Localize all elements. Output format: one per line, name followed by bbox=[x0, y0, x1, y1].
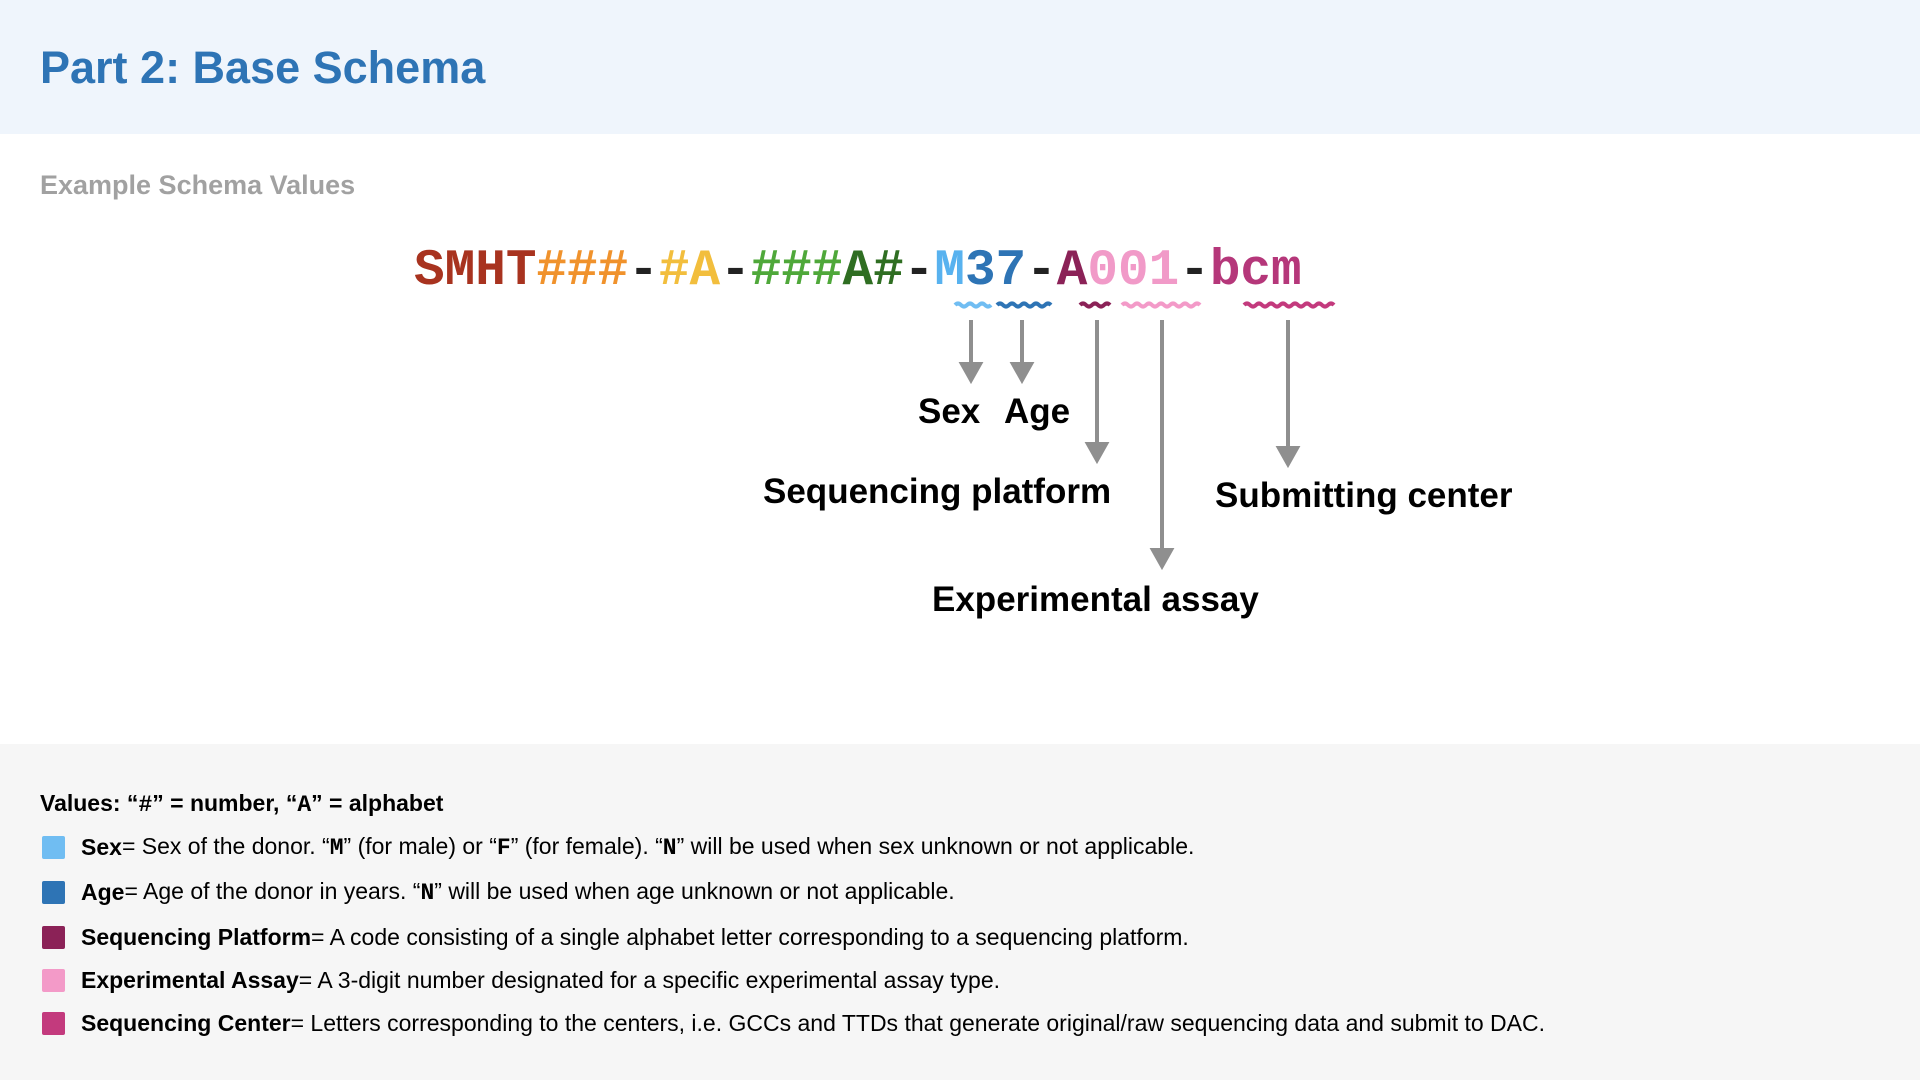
legend-heading-prefix: Values: “ bbox=[40, 790, 139, 816]
experimental-assay-underline bbox=[1120, 301, 1202, 309]
callout-submitting-center: Submitting center bbox=[1215, 476, 1513, 515]
page-title: Part 2: Base Schema bbox=[40, 42, 486, 93]
legend-heading-suffix: ” = alphabet bbox=[311, 790, 444, 816]
schema-segment: ### bbox=[750, 243, 843, 300]
legend-text: = Age of the donor in years. “ bbox=[124, 878, 421, 904]
section-subtitle: Example Schema Values bbox=[40, 170, 356, 200]
schema-segment: - bbox=[903, 243, 935, 300]
schema-segment: M bbox=[934, 243, 965, 300]
code-letter: M bbox=[329, 835, 344, 861]
schema-segment: bcm bbox=[1209, 243, 1302, 300]
legend-text: ” (for male) or “ bbox=[343, 833, 497, 859]
schema-segment: 37 bbox=[964, 243, 1027, 300]
code-letter: F bbox=[496, 835, 511, 861]
legend-heading-middle: ” = number, “ bbox=[152, 790, 298, 816]
legend-text: ” will be used when age unknown or not a… bbox=[434, 878, 955, 904]
legend-term-sequencing-center: Sequencing Center bbox=[81, 1009, 291, 1036]
code-letter: N bbox=[662, 835, 677, 861]
legend-text: ” will be used when sex unknown or not a… bbox=[676, 833, 1195, 859]
schema-segment: - bbox=[1179, 243, 1210, 300]
code-letter: N bbox=[420, 880, 435, 906]
callout-sequencing-platform: Sequencing platform bbox=[763, 472, 1112, 511]
schema-segment: - bbox=[720, 243, 751, 300]
legend-item-sequencing-center: Sequencing Center = Letters correspondin… bbox=[42, 1008, 1545, 1038]
schema-segment: 001 bbox=[1087, 243, 1180, 300]
legend-description-age: = Age of the donor in years. “N” will be… bbox=[124, 878, 954, 906]
legend-swatch-sex bbox=[42, 835, 65, 859]
legend-item-experimental-assay: Experimental Assay = A 3-digit number de… bbox=[42, 965, 1000, 995]
legend-description-experimental-assay: = A 3-digit number designated for a spec… bbox=[299, 967, 1000, 994]
legend-term-sequencing-platform: Sequencing Platform bbox=[81, 923, 312, 950]
legend-swatch-experimental-assay bbox=[42, 968, 65, 992]
legend-item-sex: Sex = Sex of the donor. “M” (for male) o… bbox=[42, 832, 1194, 862]
schema-segment: SMHT bbox=[414, 243, 537, 300]
legend-heading: Values: “#” = number, “A” = alphabet bbox=[40, 790, 443, 818]
schema-segment: A# bbox=[842, 243, 904, 300]
legend-text: = A 3-digit number designated for a spec… bbox=[298, 966, 1001, 993]
legend-description-sex: = Sex of the donor. “M” (for male) or “F… bbox=[122, 833, 1194, 861]
legend-swatch-sequencing-center bbox=[42, 1011, 65, 1035]
legend-text: = A code consisting of a single alphabet… bbox=[311, 923, 1189, 950]
alphabet-symbol: A bbox=[297, 792, 312, 818]
legend-item-age: Age = Age of the donor in years. “N” wil… bbox=[42, 877, 955, 907]
legend-term-sex: Sex bbox=[81, 833, 122, 860]
schema-segment: ### bbox=[536, 243, 629, 300]
header-band: Part 2: Base Schema bbox=[0, 0, 1920, 134]
legend-text: = Letters corresponding to the centers, … bbox=[290, 1009, 1545, 1036]
number-symbol: # bbox=[138, 792, 153, 818]
legend-term-experimental-assay: Experimental Assay bbox=[81, 966, 299, 993]
legend-text: = Sex of the donor. “ bbox=[121, 833, 330, 859]
legend-swatch-age bbox=[42, 880, 65, 904]
submitting-center-underline bbox=[1242, 301, 1336, 309]
callout-age: Age bbox=[1004, 392, 1071, 431]
legend-text: ” (for female). “ bbox=[510, 833, 663, 859]
schema-segment: - bbox=[1026, 243, 1057, 300]
schema-example-string: SMHT###-#A-###A#-M37-A001-bcm bbox=[414, 242, 1302, 302]
legend-item-sequencing-platform: Sequencing Platform = A code consisting … bbox=[42, 922, 1189, 952]
legend-description-sequencing-center: = Letters corresponding to the centers, … bbox=[291, 1010, 1545, 1037]
schema-segment: A bbox=[1056, 243, 1088, 300]
schema-segment: #A bbox=[658, 243, 721, 300]
sex-underline bbox=[953, 301, 993, 309]
schema-segment: - bbox=[628, 243, 659, 300]
sequencing-platform-underline bbox=[1078, 301, 1112, 309]
legend-description-sequencing-platform: = A code consisting of a single alphabet… bbox=[311, 924, 1189, 951]
legend-swatch-sequencing-platform bbox=[42, 925, 65, 949]
callout-experimental-assay: Experimental assay bbox=[932, 580, 1259, 619]
legend-term-age: Age bbox=[81, 878, 125, 905]
callout-sex: Sex bbox=[918, 392, 981, 431]
age-underline bbox=[995, 301, 1053, 309]
